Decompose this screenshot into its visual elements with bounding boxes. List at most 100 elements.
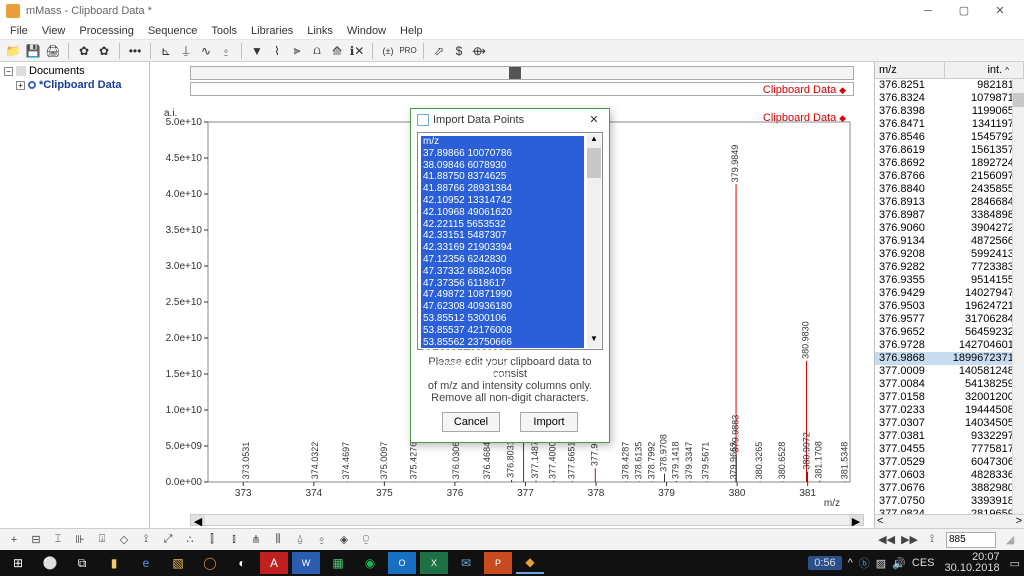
table-row[interactable]: 376.9429140279472 — [875, 287, 1024, 300]
table-row[interactable]: 377.0084541382592 — [875, 378, 1024, 391]
bt15-icon[interactable]: ◈ — [336, 532, 352, 548]
tray-lang[interactable]: CES — [912, 557, 935, 569]
bt5-icon[interactable]: ◇ — [116, 532, 132, 548]
next-icon[interactable]: ▶▶ — [901, 532, 918, 548]
bt16-icon[interactable]: ⍜ — [358, 532, 374, 548]
table-row[interactable]: 377.067638829800 — [875, 482, 1024, 495]
table-row[interactable]: 377.082428196592 — [875, 508, 1024, 514]
table-row[interactable]: 377.0307140345056 — [875, 417, 1024, 430]
menu-links[interactable]: Links — [301, 25, 339, 37]
tool3-icon[interactable]: ⩍ — [308, 42, 326, 60]
tree-item-label[interactable]: *Clipboard Data — [39, 79, 122, 91]
overview-strip[interactable] — [190, 66, 854, 80]
cancel-button[interactable]: Cancel — [442, 412, 500, 432]
gr-icon[interactable]: ▦ — [324, 552, 352, 574]
table-row[interactable]: 376.9577317062848 — [875, 313, 1024, 326]
link-icon[interactable]: ⟴ — [470, 42, 488, 60]
bt12-icon[interactable]: ⫼ — [270, 532, 286, 548]
menu-sequence[interactable]: Sequence — [142, 25, 204, 37]
collapse-icon[interactable]: − — [4, 67, 13, 76]
bt14-icon[interactable]: ⍚ — [314, 532, 330, 548]
table-row[interactable]: 376.82519821818 — [875, 79, 1024, 92]
import-button[interactable]: Import — [520, 412, 578, 432]
mail-icon[interactable]: ✉ — [452, 552, 480, 574]
bt8-icon[interactable]: ∴ — [182, 532, 198, 548]
menu-view[interactable]: View — [36, 25, 72, 37]
chart1-icon[interactable]: ⊾ — [157, 42, 175, 60]
tool2-icon[interactable]: ⫸ — [288, 42, 306, 60]
menu-file[interactable]: File — [4, 25, 34, 37]
col-int[interactable]: int. ^ — [945, 62, 1024, 78]
table-row[interactable]: 376.854615457928 — [875, 131, 1024, 144]
table-row[interactable]: 377.038193322976 — [875, 430, 1024, 443]
menu-help[interactable]: Help — [394, 25, 429, 37]
chart3-icon[interactable]: ∿ — [197, 42, 215, 60]
filter-icon[interactable]: ▼ — [248, 42, 266, 60]
table-row[interactable]: 377.00091405812480 — [875, 365, 1024, 378]
table-row[interactable]: 376.9503196247216 — [875, 300, 1024, 313]
tool7-icon[interactable]: PRO — [399, 42, 417, 60]
table-row[interactable]: 376.898733848988 — [875, 209, 1024, 222]
chart2-icon[interactable]: ⍊ — [177, 42, 195, 60]
word-icon[interactable]: W — [292, 552, 320, 574]
table-row[interactable]: 376.876621560978 — [875, 170, 1024, 183]
table-row[interactable]: 376.906039042720 — [875, 222, 1024, 235]
count-input[interactable] — [946, 532, 996, 548]
bt9-icon[interactable]: ⫿ — [204, 532, 220, 548]
maximize-button[interactable]: ▢ — [946, 1, 982, 21]
menu-libraries[interactable]: Libraries — [245, 25, 299, 37]
tc-icon[interactable]: ▧ — [164, 552, 192, 574]
table-row[interactable]: 376.986818996723712 — [875, 352, 1024, 365]
taskview-icon[interactable]: ⧉ — [68, 552, 96, 574]
menu-tools[interactable]: Tools — [205, 25, 243, 37]
tray-vol-icon[interactable]: 🔊 — [892, 557, 906, 570]
edge-icon[interactable]: e — [132, 552, 160, 574]
or-icon[interactable]: ◯ — [196, 552, 224, 574]
explorer-icon[interactable]: ▮ — [100, 552, 128, 574]
money-icon[interactable]: $ — [450, 42, 468, 60]
bt11-icon[interactable]: ⋔ — [248, 532, 264, 548]
start-button[interactable]: ⊞ — [4, 552, 32, 574]
outlook-icon[interactable]: O — [388, 552, 416, 574]
table-vscroll[interactable] — [1012, 79, 1024, 514]
table-row[interactable]: 377.045577758176 — [875, 443, 1024, 456]
tray-notif-icon[interactable]: ▭ — [1010, 557, 1020, 570]
search-icon[interactable]: ⚪ — [36, 552, 64, 574]
bt1-icon[interactable]: ⊟ — [28, 532, 44, 548]
table-row[interactable]: 376.832410798717 — [875, 92, 1024, 105]
excel-icon[interactable]: X — [420, 552, 448, 574]
dialog-close-button[interactable]: ✕ — [585, 113, 603, 126]
bt10-icon[interactable]: ⫾ — [226, 532, 242, 548]
table-row[interactable]: 376.928277233832 — [875, 261, 1024, 274]
bt3-icon[interactable]: ⊪ — [72, 532, 88, 548]
chart4-icon[interactable]: ⍛ — [217, 42, 235, 60]
table-row[interactable]: 377.0233194445088 — [875, 404, 1024, 417]
chrome-icon[interactable]: ◐ — [228, 552, 256, 574]
menu-window[interactable]: Window — [341, 25, 392, 37]
tool1-icon[interactable]: ⌇ — [268, 42, 286, 60]
open-icon[interactable]: 📁 — [4, 42, 22, 60]
minimize-button[interactable]: ─ — [910, 1, 946, 21]
mmass-icon[interactable]: ◆ — [516, 552, 544, 574]
table-row[interactable]: 376.891328466840 — [875, 196, 1024, 209]
tray-clock[interactable]: 20:0730.10.2018 — [941, 552, 1004, 574]
print-icon[interactable]: 🖨 — [44, 42, 62, 60]
bt4-icon[interactable]: ⍗ — [94, 532, 110, 548]
acrobat-icon[interactable]: A — [260, 552, 288, 574]
tray-up-icon[interactable]: ^ — [848, 557, 853, 569]
scroll-right-icon[interactable]: ▶ — [849, 515, 863, 525]
plot-hscroll[interactable]: ◀ ▶ — [190, 514, 864, 526]
scroll-left-icon[interactable]: ◀ — [191, 515, 205, 525]
close-button[interactable]: ✕ — [982, 1, 1018, 21]
table-row[interactable]: 376.920859924136 — [875, 248, 1024, 261]
tool4-icon[interactable]: ⟰ — [328, 42, 346, 60]
taskbar[interactable]: ⊞ ⚪ ⧉ ▮ e ▧ ◯ ◐ A W ▦ ◉ O X ✉ P ◆ 0:56 ^… — [0, 550, 1024, 576]
save-icon[interactable]: 💾 — [24, 42, 42, 60]
prev-icon[interactable]: ◀◀ — [878, 532, 895, 548]
export-icon[interactable]: ⬀ — [430, 42, 448, 60]
ruler-icon[interactable]: ⟟ — [924, 532, 940, 548]
bt2-icon[interactable]: ⌶ — [50, 532, 66, 548]
resize-grip-icon[interactable]: ◢ — [1002, 532, 1018, 548]
table-row[interactable]: 376.869218927246 — [875, 157, 1024, 170]
table-row[interactable]: 377.0158320012000 — [875, 391, 1024, 404]
